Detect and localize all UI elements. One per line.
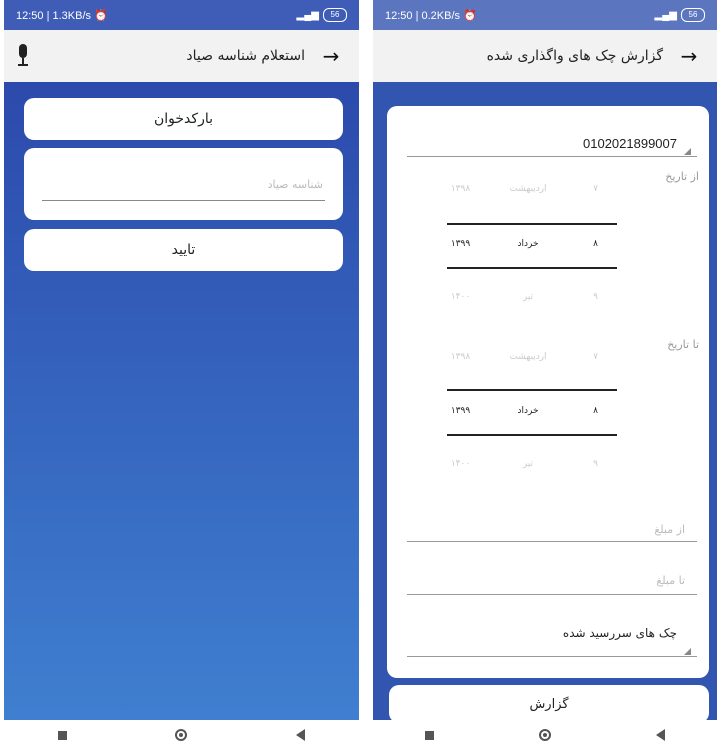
- microphone-icon[interactable]: [14, 44, 32, 68]
- check-type-underline: [407, 656, 697, 657]
- system-navbar: [4, 720, 359, 750]
- status-icons: ▂▄▆ 56: [655, 8, 705, 22]
- confirm-button[interactable]: تایید: [24, 229, 343, 271]
- day: ۷: [593, 352, 598, 362]
- report-button[interactable]: گزارش: [389, 685, 709, 723]
- home-icon[interactable]: [175, 729, 188, 741]
- status-icons: ▂▄▆ 56: [297, 8, 347, 22]
- account-select-value[interactable]: 0102021899007: [583, 136, 677, 151]
- barcode-reader-button[interactable]: بارکدخوان: [24, 98, 343, 140]
- month: خرداد: [517, 239, 539, 249]
- page-title: استعلام شناسه صیاد: [186, 48, 305, 64]
- recent-apps-icon[interactable]: [425, 730, 435, 740]
- app-bar: → استعلام شناسه صیاد: [4, 30, 359, 82]
- year: ۱۳۹۹: [450, 406, 471, 416]
- status-time: 12:50 | 0.2KB/s ⏰: [385, 9, 477, 22]
- to-date-row-next[interactable]: ۹ تیر ۱۴۰۰: [433, 459, 623, 469]
- nav-back-icon[interactable]: [295, 729, 305, 741]
- to-amount-underline: [407, 594, 697, 595]
- day: ۹: [593, 292, 598, 302]
- system-navbar: [373, 720, 717, 750]
- battery-icon: 56: [323, 8, 347, 22]
- account-select-underline: [407, 156, 697, 157]
- picker-divider: [447, 223, 617, 225]
- battery-icon: 56: [681, 8, 705, 22]
- month: اردیبهشت: [509, 352, 547, 362]
- to-date-row-selected[interactable]: ۸ خرداد ۱۳۹۹: [433, 406, 623, 416]
- picker-divider: [447, 434, 617, 436]
- year: ۱۴۰۰: [450, 459, 471, 469]
- day: ۹: [593, 459, 598, 469]
- back-arrow-icon[interactable]: →: [671, 44, 707, 68]
- from-date-label: از تاریخ: [665, 170, 699, 183]
- day: ۷: [593, 184, 598, 194]
- home-icon[interactable]: [538, 729, 551, 741]
- year: ۱۳۹۸: [450, 184, 471, 194]
- from-date-row-next[interactable]: ۹ تیر ۱۴۰۰: [433, 292, 623, 302]
- from-amount-placeholder[interactable]: از مبلغ: [654, 523, 685, 536]
- from-date-row-selected[interactable]: ۸ خرداد ۱۳۹۹: [433, 239, 623, 249]
- id-input-underline: [42, 200, 325, 201]
- dropdown-corner-icon[interactable]: [684, 148, 691, 155]
- month: تیر: [522, 459, 534, 469]
- left-screen: 12:50 | 1.3KB/s ⏰ ▂▄▆ 56 → استعلام شناسه…: [4, 0, 359, 750]
- to-date-row-prev[interactable]: ۷ اردیبهشت ۱۳۹۸: [433, 352, 623, 362]
- id-input-placeholder[interactable]: شناسه صیاد: [268, 178, 323, 191]
- day: ۸: [593, 406, 598, 416]
- status-time: 12:50 | 1.3KB/s ⏰: [16, 9, 108, 22]
- year: ۱۳۹۹: [450, 239, 471, 249]
- year: ۱۳۹۸: [450, 352, 471, 362]
- status-bar: 12:50 | 0.2KB/s ⏰ ▂▄▆ 56: [373, 0, 717, 30]
- year: ۱۴۰۰: [450, 292, 471, 302]
- page-title: گزارش چک های واگذاری شده: [486, 48, 663, 64]
- day: ۸: [593, 239, 598, 249]
- signal-icon: ▂▄▆: [654, 9, 677, 21]
- from-date-row-prev[interactable]: ۷ اردیبهشت ۱۳۹۸: [433, 184, 623, 194]
- dropdown-corner-icon[interactable]: [684, 648, 691, 655]
- recent-apps-icon[interactable]: [58, 730, 68, 740]
- to-date-label: تا تاریخ: [667, 338, 699, 351]
- month: اردیبهشت: [509, 184, 547, 194]
- picker-divider: [447, 267, 617, 269]
- signal-icon: ▂▄▆: [296, 9, 319, 21]
- nav-back-icon[interactable]: [655, 729, 665, 741]
- right-screen: 12:50 | 0.2KB/s ⏰ ▂▄▆ 56 → گزارش چک های …: [373, 0, 717, 750]
- to-amount-placeholder[interactable]: تا مبلغ: [656, 574, 685, 587]
- picker-divider: [447, 389, 617, 391]
- month: خرداد: [517, 406, 539, 416]
- from-amount-underline: [407, 541, 697, 542]
- month: تیر: [522, 292, 534, 302]
- check-type-select-value[interactable]: چک های سررسید شده: [563, 626, 677, 640]
- app-bar: → گزارش چک های واگذاری شده: [373, 30, 717, 82]
- status-bar: 12:50 | 1.3KB/s ⏰ ▂▄▆ 56: [4, 0, 359, 30]
- back-arrow-icon[interactable]: →: [313, 44, 349, 68]
